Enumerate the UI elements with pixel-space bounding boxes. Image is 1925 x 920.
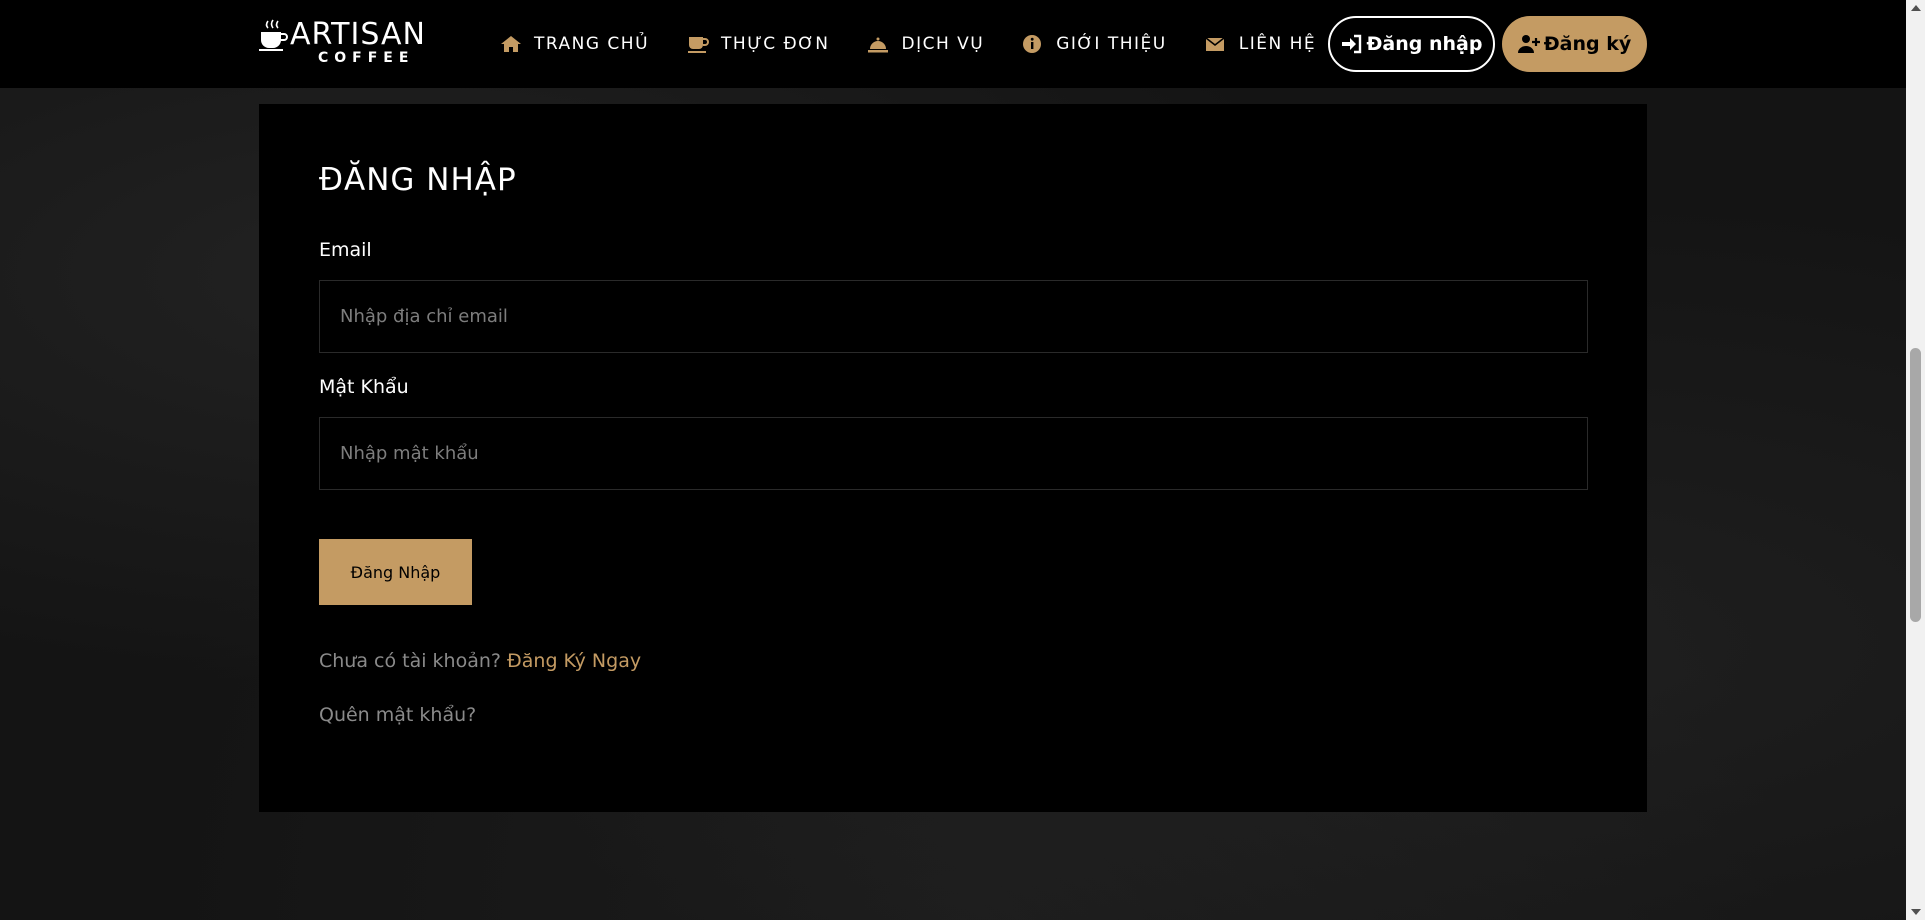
forgot-password-link[interactable]: Quên mật khẩu? (319, 704, 476, 726)
nav-item-label: TRANG CHỦ (534, 34, 650, 54)
nav-item-about[interactable]: GIỚI THIỆU (1022, 34, 1167, 54)
password-label: Mật Khẩu (319, 376, 409, 398)
envelope-icon (1205, 34, 1227, 54)
nav-item-services[interactable]: DỊCH VỤ (867, 34, 984, 54)
info-icon (1022, 34, 1044, 54)
submit-login-button[interactable]: Đăng Nhập (319, 539, 472, 605)
nav-item-label: DỊCH VỤ (901, 34, 985, 54)
register-button-label: Đăng ký (1543, 33, 1632, 55)
brand-name: ARTISAN (290, 17, 426, 52)
nav-item-home[interactable]: TRANG CHỦ (500, 34, 649, 54)
signup-link[interactable]: Đăng Ký Ngay (507, 650, 641, 672)
login-button-label: Đăng nhập (1366, 33, 1483, 55)
password-input[interactable] (319, 417, 1588, 490)
signup-prompt: Chưa có tài khoản? Đăng Ký Ngay (319, 650, 641, 672)
scroll-down-arrow-icon[interactable] (1911, 909, 1921, 915)
no-account-text: Chưa có tài khoản? (319, 650, 501, 672)
email-label: Email (319, 239, 372, 261)
scrollbar-thumb[interactable] (1910, 348, 1921, 622)
home-icon (500, 34, 522, 54)
service-bell-icon (867, 34, 889, 54)
nav-item-label: THỰC ĐƠN (721, 34, 830, 54)
coffee-cup-icon (687, 34, 709, 54)
nav-item-contact[interactable]: LIÊN HỆ (1205, 34, 1316, 54)
login-card: ĐĂNG NHẬP Email Mật Khẩu Đăng Nhập Chưa … (259, 104, 1647, 812)
site-header: ARTISAN COFFEE TRANG CHỦ THỰC ĐƠN DỊCH V… (0, 0, 1906, 88)
main-nav: TRANG CHỦ THỰC ĐƠN DỊCH VỤ GIỚI THIỆU LI… (500, 0, 1354, 88)
nav-item-label: GIỚI THIỆU (1056, 34, 1167, 54)
email-input[interactable] (319, 280, 1588, 353)
page-title: ĐĂNG NHẬP (319, 162, 517, 198)
register-button[interactable]: Đăng ký (1502, 16, 1647, 72)
scroll-up-arrow-icon[interactable] (1911, 5, 1921, 11)
coffee-logo-icon (258, 18, 288, 52)
page-scrollbar[interactable] (1906, 0, 1925, 920)
brand-logo[interactable]: ARTISAN COFFEE (258, 16, 428, 68)
login-button[interactable]: Đăng nhập (1328, 16, 1495, 72)
sign-in-icon (1341, 34, 1363, 54)
nav-item-menu[interactable]: THỰC ĐƠN (687, 34, 829, 54)
brand-tagline: COFFEE (318, 50, 415, 66)
user-plus-icon (1517, 34, 1540, 54)
nav-item-label: LIÊN HỆ (1238, 34, 1317, 54)
